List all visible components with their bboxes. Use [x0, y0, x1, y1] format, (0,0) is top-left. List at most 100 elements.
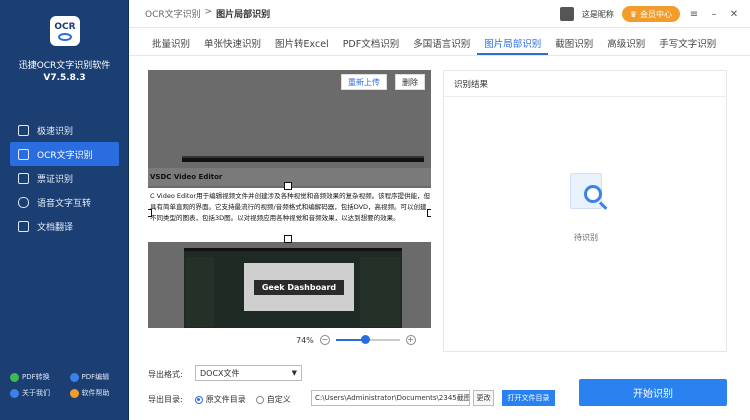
format-value: DOCX文件 [200, 368, 240, 378]
pdf-convert-icon [10, 372, 19, 382]
sidebar-item-ocr[interactable]: OCR文字识别 [10, 142, 119, 166]
radio-original[interactable] [194, 395, 203, 404]
crop-icon [18, 124, 29, 136]
radio-original-label: 原文件目录 [205, 395, 246, 404]
logo-text: OCR [54, 21, 76, 32]
tab-single-fast[interactable]: 单张快速识别 [197, 30, 268, 55]
sidebar-item-translate[interactable]: 文档翻译 [0, 214, 129, 238]
selection-handle-bottom[interactable] [284, 235, 292, 243]
reupload-button[interactable]: 重新上传 [341, 74, 387, 90]
sidebar-item-fast[interactable]: 极速识别 [0, 118, 129, 142]
export-path-input[interactable]: C:\Users\Administrator\Documents\2345截图 [311, 390, 470, 406]
pdf-edit-label: PDF编辑 [81, 373, 110, 381]
document-image-strip [182, 156, 424, 162]
help-icon [69, 388, 79, 398]
format-row: 导出格式: [148, 369, 183, 380]
app-name: 迅捷OCR文字识别软件 [18, 61, 111, 71]
radio-custom[interactable] [255, 395, 264, 404]
avatar[interactable] [559, 7, 574, 21]
menu-icon[interactable]: ≡ [688, 9, 700, 20]
editor-right-panel [360, 257, 400, 327]
sidebar-nav: 极速识别 OCR文字识别 票证识别 语音文字互转 文档翻译 [0, 118, 129, 238]
tab-handwriting[interactable]: 手写文字识别 [652, 30, 723, 55]
sidebar-item-label: 语音文字互转 [37, 198, 92, 209]
close-icon[interactable]: ✕ [728, 9, 740, 20]
empty-search-illustration [562, 163, 614, 221]
selection-handle-top[interactable] [284, 182, 292, 190]
change-dir-button[interactable]: 更改 [473, 390, 494, 406]
vip-center-label: 会员中心 [640, 9, 672, 19]
function-tabs: 批量识别 单张快速识别 图片转Excel PDF文档识别 多国语言识别 图片局部… [129, 30, 750, 56]
sidebar-item-label: 票证识别 [37, 174, 74, 185]
zoom-slider[interactable] [335, 335, 400, 344]
minimize-icon[interactable]: – [708, 9, 720, 20]
ticket-icon [18, 172, 29, 184]
document-heading: VSDC Video Editor [150, 173, 223, 181]
zoom-in-icon[interactable]: + [405, 335, 416, 345]
selection-handle-left[interactable] [148, 209, 152, 217]
export-dir-row: 导出目录: 原文件目录 自定义 [148, 394, 291, 405]
zoom-slider-rest [364, 339, 400, 341]
tab-advanced[interactable]: 高级识别 [600, 30, 652, 55]
sidebar-item-voice[interactable]: 语音文字互转 [0, 190, 129, 214]
breadcrumb-root[interactable]: OCR文字识别 [145, 7, 201, 20]
open-dir-button[interactable]: 打开文件目录 [502, 390, 555, 406]
ocr-icon [18, 148, 29, 160]
mic-icon [18, 196, 29, 208]
app-logo: OCR [50, 16, 80, 48]
help-label: 软件帮助 [81, 389, 110, 397]
result-title: 识别结果 [444, 71, 726, 97]
magnifier-icon [584, 185, 602, 203]
about-label: 关于我们 [22, 389, 50, 397]
sidebar-item-label: OCR文字识别 [37, 150, 93, 161]
zoom-level: 74% [296, 335, 314, 345]
pdf-convert-link[interactable]: PDF转换 [10, 372, 70, 382]
tab-multilang[interactable]: 多国语言识别 [406, 30, 477, 55]
info-icon [10, 388, 19, 398]
radio-original-option[interactable]: 原文件目录 [194, 394, 246, 405]
image-toolbar: 重新上传 删除 [341, 74, 425, 90]
pdf-edit-icon [69, 372, 79, 382]
chevron-down-icon: ▼ [291, 369, 297, 377]
sidebar-item-label: 极速识别 [37, 126, 74, 137]
top-bar: OCR文字识别 > 图片局部识别 这是昵称 ♛ 会员中心 ≡ – ✕ [129, 0, 750, 28]
username[interactable]: 这是昵称 [582, 9, 614, 20]
image-preview-panel[interactable]: VSDC Video Editor C Video Editor用于编辑视频文件… [148, 70, 431, 328]
vip-center-button[interactable]: ♛ 会员中心 [621, 6, 680, 22]
selection-box[interactable]: C Video Editor用于编辑视频文件并创建涉及各种视觉和音频效果的复杂视… [148, 188, 431, 242]
selection-handle-right[interactable] [427, 209, 431, 217]
translate-icon [18, 220, 29, 232]
delete-button[interactable]: 删除 [395, 74, 425, 90]
tab-image-to-excel[interactable]: 图片转Excel [268, 30, 336, 55]
tab-partial-image[interactable]: 图片局部识别 [477, 30, 549, 55]
zoom-controls: 74% − + [296, 335, 416, 345]
pdf-edit-link[interactable]: PDF编辑 [69, 372, 130, 382]
tab-batch[interactable]: 批量识别 [145, 30, 197, 55]
sidebar-bottom-links: PDF转换 PDF编辑 关于我们 软件帮助 [0, 372, 129, 398]
breadcrumb: OCR文字识别 > 图片局部识别 [145, 7, 270, 20]
result-panel: 识别结果 待识别 [443, 70, 727, 352]
format-label: 导出格式: [148, 370, 183, 379]
radio-custom-option[interactable]: 自定义 [255, 394, 291, 405]
about-link[interactable]: 关于我们 [10, 388, 70, 398]
breadcrumb-separator: > [204, 7, 213, 17]
video-editor-screenshot: Geek Dashboard [184, 248, 402, 328]
zoom-slider-handle[interactable] [360, 335, 370, 344]
crown-icon: ♛ [629, 9, 637, 19]
radio-custom-label: 自定义 [266, 395, 291, 404]
sidebar: OCR 迅捷OCR文字识别软件 V7.5.8.3 极速识别 OCR文字识别 票证… [0, 0, 129, 420]
app-version: V7.5.8.3 [43, 73, 86, 83]
export-dir-label: 导出目录: [148, 395, 183, 404]
help-link[interactable]: 软件帮助 [69, 388, 130, 398]
eye-icon [58, 32, 72, 41]
start-recognition-button[interactable]: 开始识别 [579, 379, 727, 406]
sidebar-item-ticket[interactable]: 票证识别 [0, 166, 129, 190]
zoom-out-icon[interactable]: − [319, 335, 330, 345]
empty-state-text: 待识别 [574, 233, 598, 242]
editor-left-panel [186, 257, 214, 327]
editor-preview: Geek Dashboard [244, 263, 354, 311]
format-select[interactable]: DOCX文件 ▼ [195, 365, 302, 381]
tab-screenshot[interactable]: 截图识别 [548, 30, 600, 55]
selected-text: C Video Editor用于编辑视频文件并创建涉及各种视觉和音频效果的复杂视… [150, 192, 431, 222]
tab-pdf[interactable]: PDF文档识别 [336, 30, 407, 55]
